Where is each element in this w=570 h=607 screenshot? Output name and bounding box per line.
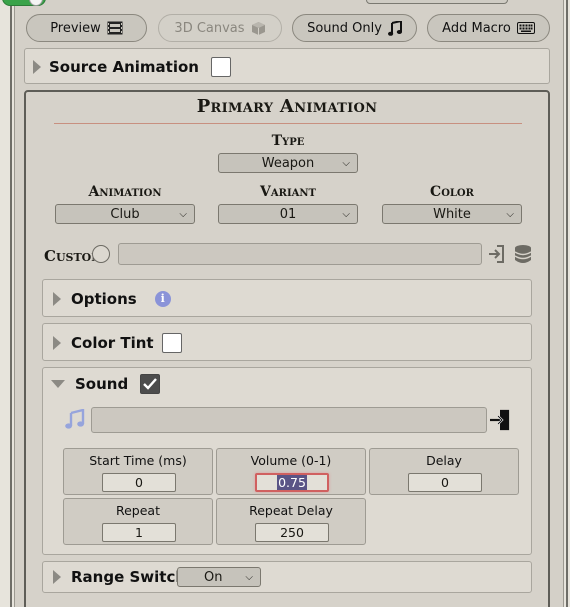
- color-tint-checkbox[interactable]: [161, 333, 182, 353]
- top-strip: [0, 0, 570, 8]
- 3d-canvas-label: 3D Canvas: [174, 20, 245, 36]
- variant-value: 01: [279, 206, 297, 222]
- range-switch-value: On: [204, 569, 223, 585]
- animation-select[interactable]: Club ⌵: [55, 204, 195, 224]
- variant-select[interactable]: 01 ⌵: [218, 204, 358, 224]
- collapse-arrow-icon[interactable]: [53, 292, 61, 306]
- add-macro-label: Add Macro: [442, 20, 511, 36]
- repeat-delay-label: Repeat Delay: [249, 503, 333, 518]
- color-tint-section: Color Tint: [42, 323, 532, 361]
- delay-cell: Delay 0: [369, 448, 519, 495]
- chevron-down-icon: ⌵: [506, 209, 514, 220]
- music-note-icon: [65, 408, 85, 433]
- file-import-icon[interactable]: [489, 409, 511, 435]
- options-section: Options i: [42, 279, 532, 317]
- cube-icon: [251, 21, 266, 36]
- top-field-edge: [366, 0, 508, 4]
- primary-animation-title: Primary Animation: [196, 96, 378, 117]
- start-time-input[interactable]: 0: [102, 473, 176, 492]
- preview-label: Preview: [50, 20, 101, 36]
- source-animation-checkbox[interactable]: [210, 57, 231, 77]
- repeat-cell: Repeat 1: [63, 498, 213, 545]
- keyboard-icon: [516, 22, 535, 34]
- volume-label: Volume (0-1): [250, 453, 332, 468]
- type-select[interactable]: Weapon ⌵: [218, 153, 358, 173]
- add-macro-button[interactable]: Add Macro: [427, 14, 550, 42]
- source-animation-label: Source Animation: [49, 58, 199, 76]
- range-switch-select[interactable]: On ⌵: [177, 567, 261, 587]
- start-time-label: Start Time (ms): [89, 453, 187, 468]
- options-label: Options: [71, 290, 137, 308]
- collapse-arrow-icon[interactable]: [53, 336, 61, 350]
- database-icon[interactable]: [514, 244, 532, 268]
- animation-value: Club: [110, 206, 140, 222]
- sound-only-button[interactable]: Sound Only: [292, 14, 417, 42]
- expand-arrow-icon[interactable]: [51, 380, 65, 388]
- preview-button[interactable]: Preview: [26, 14, 147, 42]
- range-switch-section: Range Switch On ⌵: [42, 561, 532, 593]
- title-divider: [54, 123, 522, 124]
- toggle-knob: [29, 0, 43, 6]
- volume-value: 0.75: [277, 475, 307, 490]
- file-import-icon[interactable]: [487, 244, 507, 268]
- delay-input[interactable]: 0: [408, 473, 482, 492]
- sound-label: Sound: [75, 375, 129, 393]
- type-value: Weapon: [261, 155, 315, 171]
- color-label: Color: [430, 184, 474, 200]
- volume-cell: Volume (0-1) 0.75: [216, 448, 366, 495]
- sound-file-input[interactable]: [91, 407, 487, 433]
- check-icon: [143, 378, 158, 390]
- chevron-down-icon: ⌵: [342, 209, 350, 220]
- color-select[interactable]: White ⌵: [382, 204, 522, 224]
- repeat-input[interactable]: 1: [102, 523, 176, 542]
- repeat-delay-input[interactable]: 250: [255, 523, 329, 542]
- source-animation-section: Source Animation: [24, 48, 550, 84]
- chevron-down-icon: ⌵: [245, 572, 253, 583]
- film-icon: [107, 21, 123, 35]
- repeat-label: Repeat: [115, 503, 160, 518]
- toolbar: Preview 3D Canvas Sound Only Add Macro: [0, 14, 570, 44]
- range-switch-label: Range Switch: [71, 568, 187, 586]
- sound-checkbox[interactable]: [140, 374, 161, 394]
- sound-section: Sound Start Time (ms) 0 Volume (0-1) 0.7…: [42, 367, 532, 555]
- music-note-icon: [387, 20, 402, 36]
- chevron-down-icon: ⌵: [342, 158, 350, 169]
- enable-toggle[interactable]: [2, 0, 46, 6]
- delay-label: Delay: [426, 453, 462, 468]
- collapse-arrow-icon[interactable]: [53, 570, 61, 584]
- chevron-down-icon: ⌵: [179, 209, 187, 220]
- variant-label: Variant: [260, 184, 316, 200]
- color-tint-label: Color Tint: [71, 334, 154, 352]
- 3d-canvas-button[interactable]: 3D Canvas: [158, 14, 282, 42]
- animation-label: Animation: [88, 184, 162, 200]
- start-time-cell: Start Time (ms) 0: [63, 448, 213, 495]
- custom-path-input[interactable]: [118, 243, 482, 265]
- color-value: White: [433, 206, 471, 222]
- collapse-arrow-icon[interactable]: [33, 60, 41, 74]
- custom-toggle[interactable]: [92, 245, 110, 263]
- type-label: Type: [271, 133, 305, 149]
- info-icon[interactable]: i: [154, 291, 171, 307]
- volume-input[interactable]: 0.75: [255, 473, 329, 492]
- sound-only-label: Sound Only: [307, 20, 382, 36]
- repeat-delay-cell: Repeat Delay 250: [216, 498, 366, 545]
- primary-animation-section: Primary Animation Type Weapon ⌵ Animatio…: [24, 90, 550, 607]
